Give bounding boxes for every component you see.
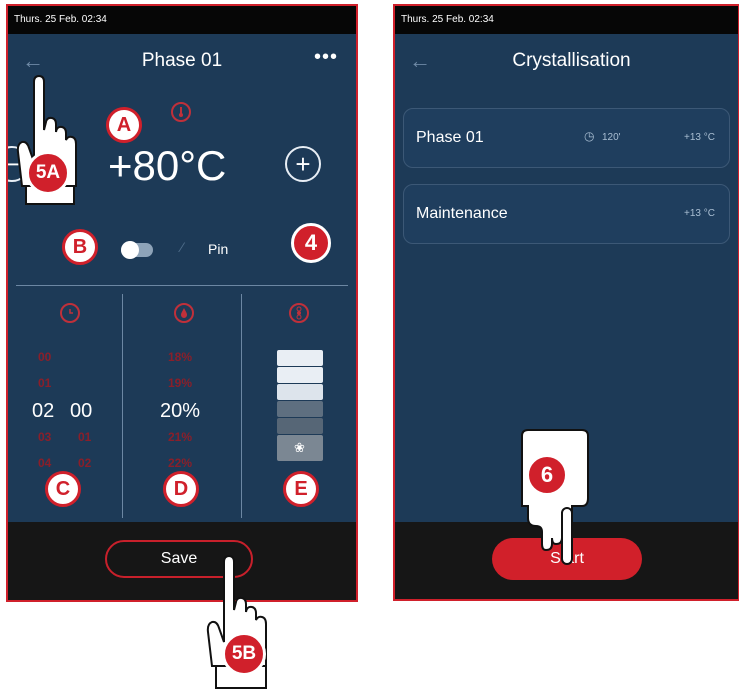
time-option: 04 — [38, 456, 52, 470]
status-bar: Thurs. 25 Feb. 02:34 — [395, 6, 738, 34]
more-options-button[interactable]: ••• — [314, 46, 338, 69]
increase-temperature-button[interactable]: + — [285, 146, 321, 182]
maintenance-card[interactable]: Maintenance +13 °C — [403, 184, 730, 244]
fan-level-bar[interactable] — [277, 350, 323, 366]
time-option: 00 — [38, 350, 52, 364]
humidity-option: 19% — [168, 376, 193, 390]
column-divider — [241, 294, 242, 518]
thermometer-icon — [171, 102, 191, 122]
divider — [16, 285, 348, 286]
time-option: 03 — [38, 430, 52, 444]
humidity-drop-icon — [174, 303, 194, 323]
time-hours-value: 02 — [32, 400, 55, 422]
annotation-badge-e: E — [283, 471, 319, 507]
annotation-badge-4: 4 — [291, 223, 331, 263]
annotation-badge-b: B — [62, 229, 98, 265]
humidity-option: 18% — [168, 350, 193, 364]
annotation-badge-c: C — [45, 471, 81, 507]
page-title: Phase 01 — [141, 50, 223, 71]
pin-label: Pin — [208, 241, 229, 257]
phase-temp: +13 °C — [684, 132, 715, 143]
pin-toggle[interactable] — [121, 241, 153, 259]
pointing-hand-icon — [521, 429, 589, 565]
time-minutes-value: 00 — [70, 400, 93, 422]
humidity-value: 20% — [160, 400, 201, 422]
annotation-badge-5b: 5B — [222, 632, 266, 676]
annotation-badge-a: A — [106, 107, 142, 143]
annotation-badge-d: D — [163, 471, 199, 507]
maintenance-card-title: Maintenance — [416, 205, 508, 222]
time-option: 02 — [78, 456, 92, 470]
phase-card-title: Phase 01 — [416, 129, 484, 146]
humidity-option: 22% — [168, 456, 193, 470]
maintenance-temp: +13 °C — [684, 208, 715, 219]
temperature-value: +80°C — [108, 142, 227, 189]
fan-level-bar[interactable] — [277, 367, 323, 383]
fan-level-bar[interactable]: ❀ — [277, 435, 323, 461]
annotation-badge-6: 6 — [526, 454, 568, 496]
phase-card[interactable]: Phase 01 ◷ 120' +13 °C — [403, 108, 730, 168]
annotation-badge-5a: 5A — [26, 151, 70, 195]
fan-icon: ❀ — [294, 440, 305, 455]
fan-level-bar[interactable] — [277, 418, 323, 434]
status-bar: Thurs. 25 Feb. 02:34 — [8, 6, 356, 34]
time-option: 01 — [78, 430, 92, 444]
pin-icon: ⁄ — [181, 239, 184, 255]
phase-time: 120' — [602, 132, 621, 143]
fan-level-bar[interactable] — [277, 384, 323, 400]
toggle-knob — [121, 241, 139, 259]
humidity-option: 21% — [168, 430, 193, 444]
fan-icon — [289, 303, 309, 323]
page-title: Crystallisation — [512, 50, 631, 71]
clock-icon — [60, 303, 80, 323]
clock-icon: ◷ — [584, 129, 595, 143]
column-divider — [122, 294, 123, 518]
fan-level-bar[interactable] — [277, 401, 323, 417]
time-option: 01 — [38, 376, 52, 390]
